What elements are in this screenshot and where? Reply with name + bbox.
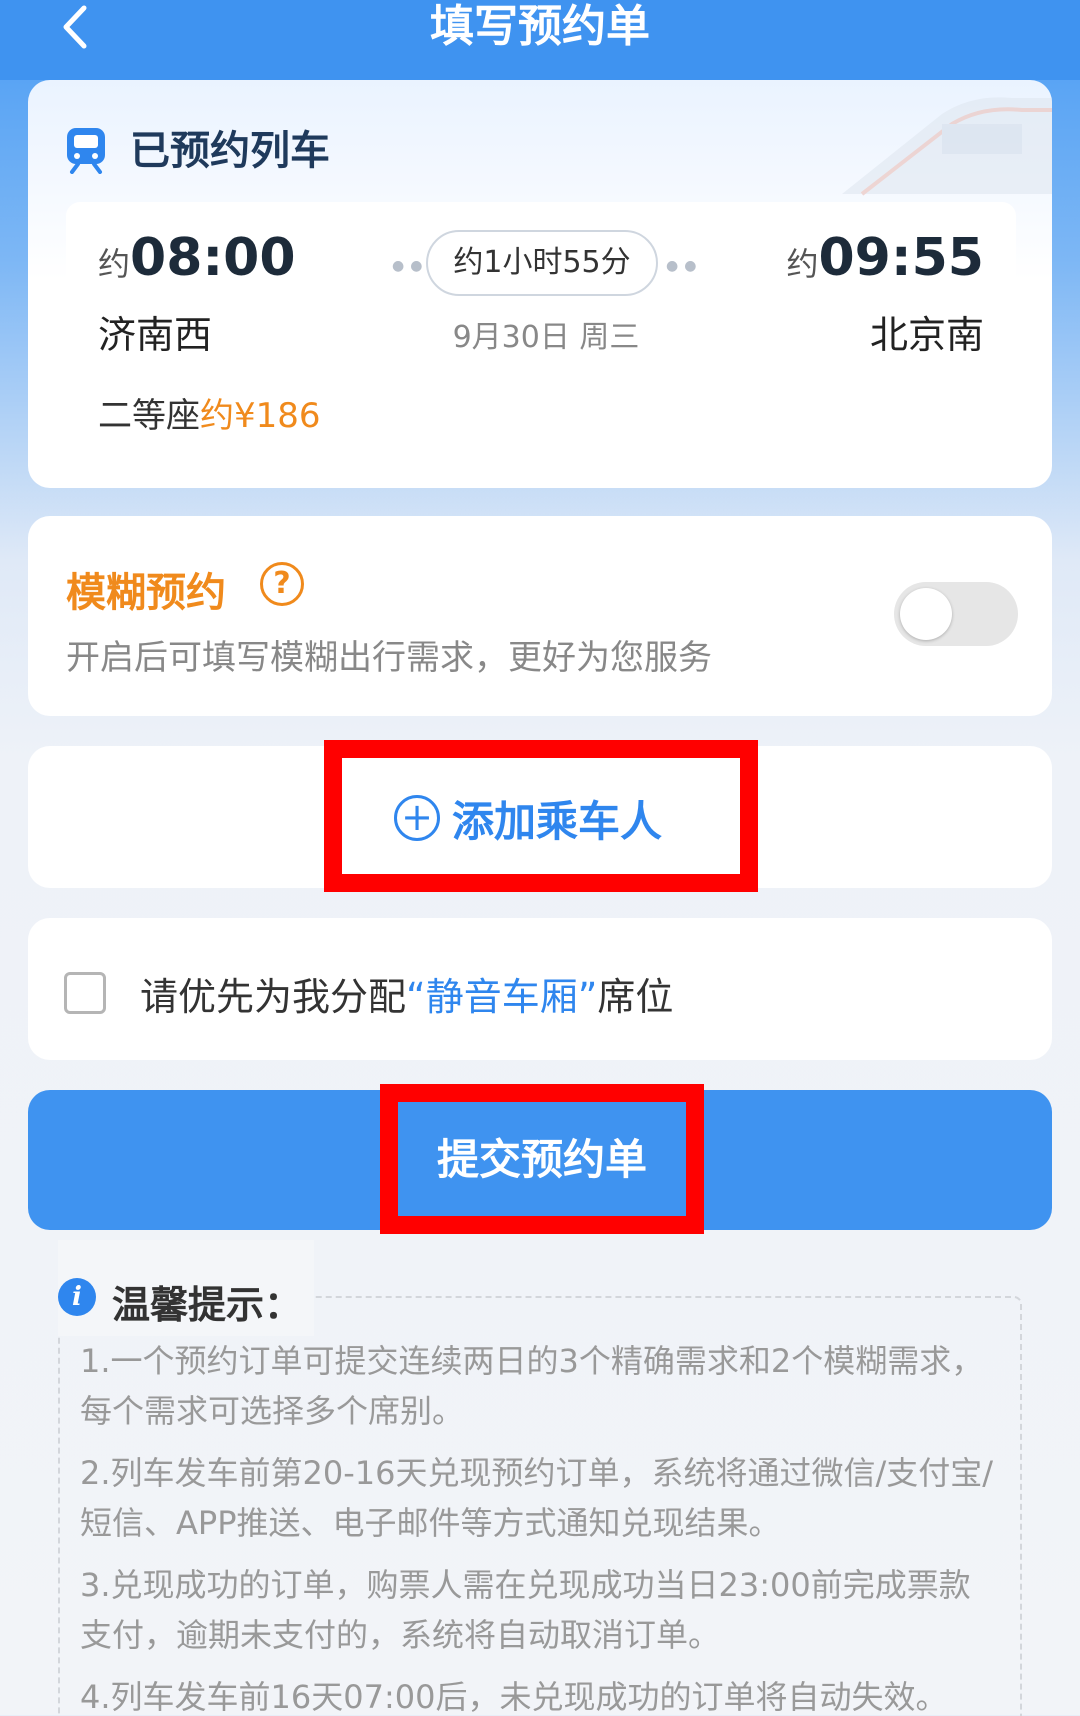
arrival-time-value: 09:55	[818, 228, 984, 288]
help-icon[interactable]: ?	[260, 562, 304, 606]
quiet-car-label[interactable]: 请优先为我分配“静音车厢”席位	[140, 966, 673, 1021]
dots-right: ●●	[666, 258, 703, 274]
travel-date: 9月30日 周三	[452, 320, 640, 355]
departure-time-value: 08:00	[130, 228, 296, 288]
tip-item: 2.列车发车前第20-16天兑现预约订单，系统将通过微信/支付宝/短信、APP推…	[80, 1454, 994, 1542]
tip-item: 3.兑现成功的订单，购票人需在兑现成功当日23:00前完成票款支付，逾期未支付的…	[80, 1566, 971, 1654]
train-detail-panel: 约08:00 ●● 约1小时55分 ●● 约09:55 济南西 9月30日 周三…	[66, 202, 1016, 450]
plus-circle-icon: +	[394, 795, 440, 841]
quiet-car-card: 请优先为我分配“静音车厢”席位	[28, 918, 1052, 1060]
duration-badge: 约1小时55分	[426, 230, 658, 296]
seat-price: 二等座约¥186	[98, 388, 321, 437]
approx-label: 约	[98, 245, 131, 283]
arrival-station: 北京南	[869, 313, 984, 357]
fuzzy-description: 开启后可填写模糊出行需求，更好为您服务	[66, 638, 712, 678]
train-illustration-icon	[842, 97, 1052, 196]
quiet-prefix: 请优先为我分配	[140, 975, 407, 1019]
reserved-train-card: 已预约列车 约08:00 ●● 约1小时55分 ●● 约09:55 济南西 9月…	[28, 80, 1052, 488]
fuzzy-title: 模糊预约	[66, 570, 226, 616]
page-title: 填写预约单	[430, 1, 650, 52]
toggle-knob	[900, 588, 952, 640]
quiet-highlight: “静音车厢”	[406, 975, 598, 1019]
departure-station: 济南西	[98, 313, 213, 357]
seat-class: 二等座	[98, 396, 200, 436]
add-passenger-button[interactable]: + 添加乘车人	[394, 790, 662, 846]
add-passenger-label: 添加乘车人	[452, 796, 663, 846]
dots-left: ●●	[392, 258, 429, 274]
tip-item: 4.列车发车前16天07:00后，未兑现成功的订单将自动失效。	[80, 1678, 948, 1716]
train-icon	[67, 128, 105, 174]
approx-label: 约	[786, 245, 819, 283]
submit-label[interactable]: 提交预约单	[380, 1126, 704, 1187]
arrival-time: 约09:55	[786, 228, 984, 288]
tips-title: 温馨提示：	[112, 1283, 303, 1327]
quiet-car-checkbox[interactable]	[64, 972, 106, 1014]
fuzzy-toggle[interactable]	[894, 582, 1018, 646]
fuzzy-reservation-card: 模糊预约 ? 开启后可填写模糊出行需求，更好为您服务	[28, 516, 1052, 716]
nav-bar: 填写预约单	[0, 0, 1080, 80]
info-icon: i	[58, 1278, 96, 1316]
quiet-suffix: 席位	[597, 975, 674, 1019]
section-title: 已预约列车	[130, 128, 330, 174]
departure-time: 约08:00	[98, 228, 296, 288]
price: 约¥186	[200, 396, 321, 436]
tip-item: 1.一个预约订单可提交连续两日的3个精确需求和2个模糊需求，每个需求可选择多个席…	[80, 1342, 984, 1430]
